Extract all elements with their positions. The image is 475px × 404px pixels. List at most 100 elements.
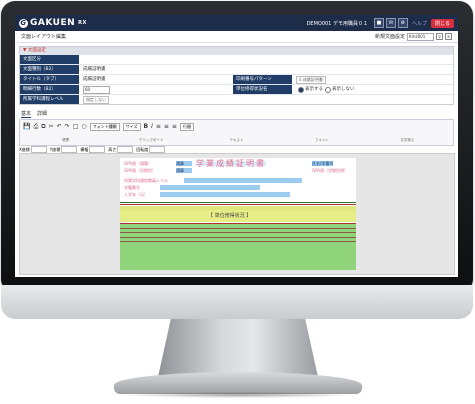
print-pattern-select[interactable]: 0.成績証明書 [296,75,326,84]
settings-icon[interactable]: ⚙ [397,18,408,28]
detail-rows-input[interactable]: 60 [83,85,110,94]
monitor-bezel: G GAKUEN RX DEMO001 デモ用職員０１ ■ ✉ ⚙ ヘルプ 閉じる… [1,1,473,293]
undo-icon[interactable]: ↶ [57,123,62,130]
field-row: タイトル（タブ） 成績証明書 印刷番号パターン 0.成績証明書 [20,74,453,84]
logo-text: GAKUEN [30,18,76,28]
field-value [79,55,453,64]
document-title[interactable]: 学業成績証明書 [196,160,266,168]
document-sheet[interactable]: GPA値（通算） 通算 GPA値（学期別） 通算 学業成績証明書 氏名/学番号 … [120,158,356,270]
title-row: 文面レイアウト編集 新規文面設定 Kmz001 ⚲ × [15,31,458,43]
shape-icon[interactable]: ○ [81,123,86,130]
h-input[interactable] [117,146,134,153]
grades-area[interactable] [120,224,356,270]
print-state-label: 単位修得状況名 [233,85,292,94]
w-input[interactable] [89,146,106,153]
section-header[interactable]: ▼ 文面設定 [20,47,453,54]
radio-hide-label: 表示しない [332,87,355,92]
text-box-icon[interactable]: □ [73,123,79,130]
mail-icon[interactable]: ✉ [385,18,396,28]
monitor-base [114,372,362,394]
divider-line [120,204,356,205]
w-label: 横幅 [80,146,89,152]
radio-hide[interactable] [325,86,331,93]
group-label: テキスト [229,138,244,142]
group-label: クリップボード [138,138,164,142]
logo-icon: G [19,18,28,28]
department-value-bar[interactable] [184,178,302,183]
field-value[interactable]: 成績証明書 [79,65,453,74]
settings-section: ▼ 文面設定 文面区分 文面種別（B2） 成績証明書 タイトル（タブ） 成績証明… [19,46,454,105]
field-row: 所属学科課程レベル 指定しない [20,94,453,104]
rotate-label: 回転度 [136,146,149,152]
italic-icon[interactable]: I [151,123,153,130]
line-spacing-select[interactable]: 行間 [179,123,194,131]
credit-banner-band: 【 単位修得状況 】 [120,210,356,222]
department-field[interactable]: 所属学科課程教員レベル [124,178,168,183]
close-button[interactable]: 閉じる [430,18,454,28]
coordinate-bar: X座標 Y座標 横幅 高さ 回転度 [19,146,454,153]
save-icon[interactable]: 💾 [23,123,30,130]
x-input[interactable] [30,146,47,153]
print-icon[interactable]: ⎙ [33,123,38,131]
row-line [120,237,356,238]
group-label: 文字揃え [400,138,415,142]
gpa-total-value[interactable]: 通算 [176,161,192,166]
ribbon-group-labels: 帳票 クリップボード テキスト フォント 文字揃え [19,138,454,143]
cut-icon[interactable]: ✂ [49,123,54,130]
y-input[interactable] [61,146,78,153]
h-label: 高さ [108,146,117,152]
print-pattern-label: 印刷番号パターン [233,75,292,84]
copy-icon[interactable]: ⧉ [41,123,45,131]
gpa-term-detail-field[interactable]: GPA値（学期別明） [312,168,348,173]
new-setting-label: 新規文面設定 [374,34,405,40]
radio-show[interactable] [298,86,304,93]
gpa-total-field[interactable]: GPA値（通算） [124,161,152,166]
row-line [120,241,356,242]
clear-icon[interactable]: × [445,33,452,40]
field-value[interactable]: 成績証明書 [79,75,233,84]
logo-suffix: RX [78,20,87,26]
field-row: 文面区分 [20,54,453,64]
align-left-icon[interactable]: ≡ [156,123,161,130]
gpa-term-field[interactable]: GPA値（学期別） [124,168,156,173]
monitor-shadow [120,392,356,398]
rotate-input[interactable] [149,146,166,153]
user-icon[interactable]: ■ [373,18,384,28]
align-center-icon[interactable]: ≡ [164,123,169,130]
app-screen: G GAKUEN RX DEMO001 デモ用職員０１ ■ ✉ ⚙ ヘルプ 閉じる… [15,15,458,277]
tab-basic[interactable]: 基本 [21,110,32,118]
bold-icon[interactable]: B [144,123,149,130]
field-label: 明細行数（B2） [20,85,79,94]
y-label: Y座標 [49,146,61,152]
student-number-bar[interactable] [160,185,260,190]
page-title: 文面レイアウト編集 [21,34,67,40]
credit-banner[interactable]: 【 単位修得状況 】 [208,212,251,219]
monitor-stand [158,319,318,377]
code-input[interactable]: Kmz001 [407,32,434,41]
gpa-term-value[interactable]: 通算 [176,168,192,173]
name-number-field[interactable]: 氏名/学番号 [312,161,334,166]
layout-canvas: GPA値（通算） 通算 GPA値（学期別） 通算 学業成績証明書 氏名/学番号 … [19,153,455,275]
row-line [120,232,356,233]
search-icon[interactable]: ⚲ [436,33,443,40]
help-link[interactable]: ヘルプ [412,20,427,27]
top-bar: G GAKUEN RX DEMO001 デモ用職員０１ ■ ✉ ⚙ ヘルプ 閉じる [15,15,458,31]
student-number-field[interactable]: 学籍番号 [124,185,140,190]
field-label: 所属学科課程レベル [20,95,79,104]
field-row: 文面種別（B2） 成績証明書 [20,64,453,74]
user-name: DEMO001 デモ用職員０１ [306,20,368,27]
group-label: フォント [314,138,329,142]
tab-detail[interactable]: 詳細 [37,110,47,118]
divider-line [120,202,356,203]
group-label: 帳票 [62,138,70,142]
level-select[interactable]: 指定しない [83,95,109,104]
align-right-icon[interactable]: ≡ [172,123,177,130]
field-label: 文面区分 [20,55,79,64]
font-size-select[interactable]: サイズ [122,123,141,131]
row-line [120,228,356,229]
entry-year-field[interactable]: 入学年（元） [124,192,148,197]
font-select[interactable]: フォント種類 [89,123,120,131]
radio-show-label: 表示する [305,87,323,92]
entry-year-bar[interactable] [160,192,290,197]
redo-icon[interactable]: ↷ [65,123,70,130]
